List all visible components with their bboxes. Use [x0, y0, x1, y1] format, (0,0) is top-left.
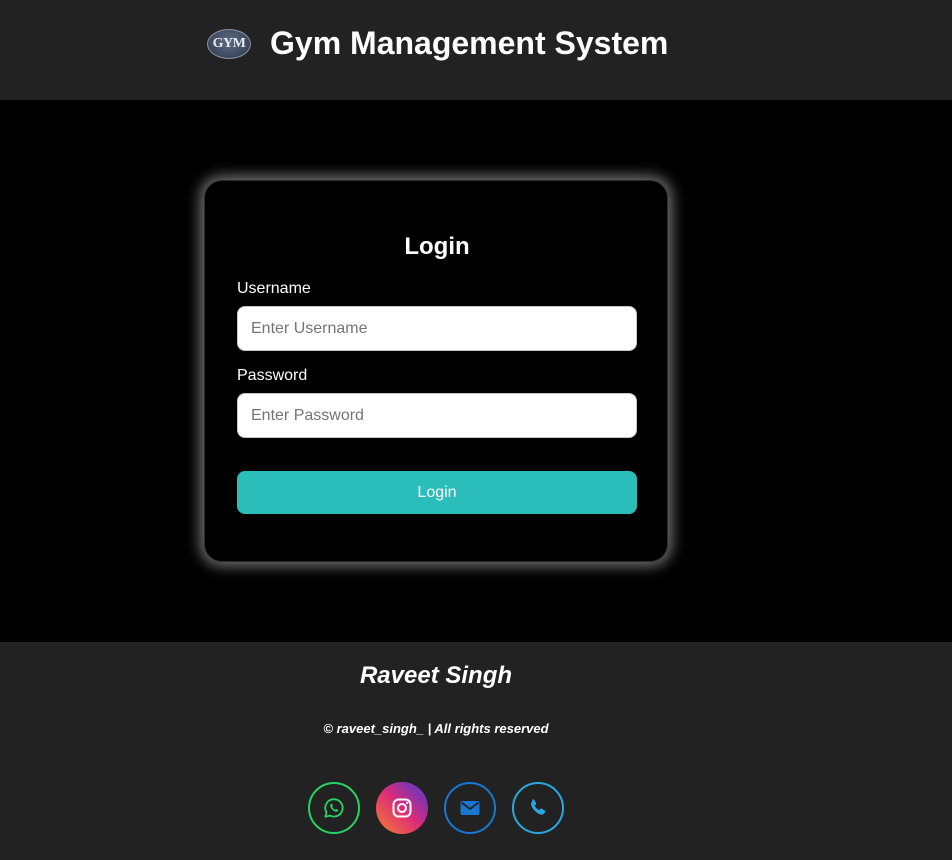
instagram-icon: [392, 798, 412, 818]
password-input[interactable]: [237, 393, 637, 438]
footer-author-name: Raveet Singh: [359, 662, 513, 689]
page-footer: Raveet Singh © raveet_singh_ | All right…: [0, 642, 952, 860]
login-button[interactable]: Login: [237, 471, 637, 514]
password-label: Password: [237, 367, 308, 384]
mail-link[interactable]: [444, 782, 496, 834]
app-header: GYM Gym Management System: [0, 0, 952, 100]
username-input[interactable]: [237, 306, 637, 351]
whatsapp-link[interactable]: [308, 782, 360, 834]
app-title: Gym Management System: [270, 25, 669, 61]
login-card: Login Username Password Login: [204, 180, 668, 562]
username-label: Username: [237, 280, 311, 297]
logo-text: GYM: [212, 36, 246, 51]
main-content: Login Username Password Login: [0, 100, 952, 642]
gym-logo: GYM: [207, 29, 251, 59]
instagram-link[interactable]: [376, 782, 428, 834]
mail-icon: [460, 801, 480, 815]
footer-copyright: © raveet_singh_ | All rights reserved: [323, 721, 549, 736]
login-title: Login: [404, 233, 470, 260]
phone-icon: [531, 799, 546, 815]
whatsapp-icon: [324, 798, 344, 818]
phone-link[interactable]: [512, 782, 564, 834]
